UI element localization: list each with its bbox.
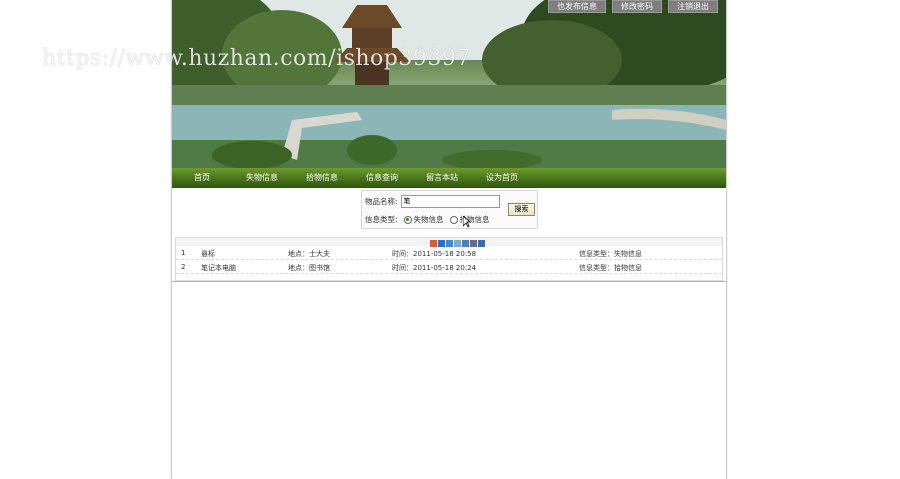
- nav-item-set-homepage[interactable]: 设为首页: [472, 168, 532, 188]
- lost-radio-label[interactable]: 失物信息: [414, 214, 444, 225]
- change-password-button[interactable]: 修改密码: [612, 0, 662, 13]
- scenery-image: [172, 0, 726, 168]
- row-item-name[interactable]: 悬标: [201, 249, 215, 259]
- found-radio[interactable]: [449, 215, 458, 224]
- info-type-label: 信息类型:: [365, 215, 398, 224]
- row-place: 地点：士大夫: [288, 250, 330, 258]
- nav-item-found-info[interactable]: 拾物信息: [292, 168, 352, 188]
- row-item-name[interactable]: 笔记本电脑: [201, 263, 236, 273]
- divider: [172, 281, 726, 282]
- row-type: 信息类型：拾物信息: [579, 264, 642, 272]
- item-name-input[interactable]: 笔: [400, 195, 500, 208]
- row-index: 1: [181, 249, 186, 257]
- table-row[interactable]: 1 悬标 地点：士大夫 时间：2011-05-18 20:58 信息类型：失物信…: [176, 246, 722, 260]
- row-place: 地点：图书馆: [288, 264, 330, 272]
- nav-item-search[interactable]: 信息查询: [352, 168, 412, 188]
- item-name-label: 物品名称:: [365, 197, 398, 206]
- mouse-cursor-icon: [463, 216, 471, 228]
- nav-item-home[interactable]: 首页: [172, 168, 232, 188]
- row-type: 信息类型：失物信息: [579, 250, 642, 258]
- logout-button[interactable]: 注销退出: [668, 0, 718, 13]
- nav-item-guestbook[interactable]: 留言本站: [412, 168, 472, 188]
- nav-item-lost-info[interactable]: 失物信息: [232, 168, 292, 188]
- row-time: 时间：2011-05-18 20:24: [392, 264, 477, 272]
- main-nav: 首页 失物信息 拾物信息 信息查询 留言本站 设为首页: [172, 168, 726, 188]
- row-time: 时间：2011-05-18 20:58: [392, 250, 477, 258]
- row-index: 2: [181, 263, 186, 271]
- page-container: 也发布信息 修改密码 注销退出 首页 失物信息 拾物信息 信息查询 留言本站 设…: [171, 0, 727, 479]
- results-header: [176, 238, 722, 247]
- lost-radio[interactable]: [403, 215, 412, 224]
- header-banner: 也发布信息 修改密码 注销退出: [172, 0, 726, 168]
- top-button-group: 也发布信息 修改密码 注销退出: [548, 0, 718, 13]
- search-panel: 物品名称: 笔 信息类型: 失物信息 拾物信息 搜索: [361, 190, 538, 229]
- publish-button[interactable]: 也发布信息: [548, 0, 606, 13]
- table-row[interactable]: 2 笔记本电脑 地点：图书馆 时间：2011-05-18 20:24 信息类型：…: [176, 260, 722, 274]
- watermark-text: https://www.huzhan.com/ishop39397: [42, 46, 471, 71]
- results-table: 1 悬标 地点：士大夫 时间：2011-05-18 20:58 信息类型：失物信…: [175, 237, 723, 281]
- search-button[interactable]: 搜索: [508, 203, 535, 216]
